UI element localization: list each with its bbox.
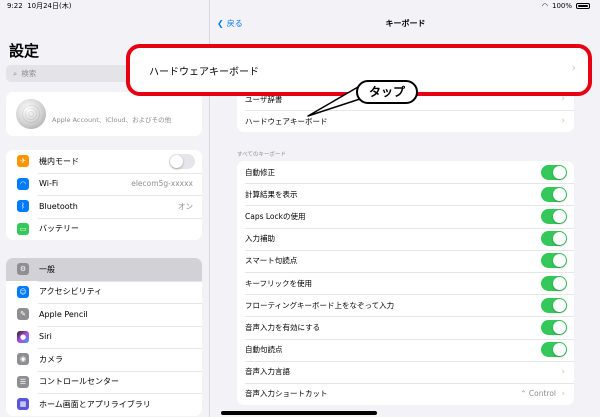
auto-correct-toggle[interactable] xyxy=(541,164,567,180)
bluetooth-icon: ᛒ xyxy=(17,200,29,213)
caps-lock-toggle[interactable] xyxy=(541,208,567,224)
home-indicator xyxy=(221,411,377,415)
search-placeholder: 検索 xyxy=(21,69,37,78)
page-title: キーボード xyxy=(385,19,426,28)
gear-icon: ⚙ xyxy=(17,263,29,276)
sidebar-item-general[interactable]: ⚙ 一般 xyxy=(6,258,202,281)
airplane-icon: ✈ xyxy=(17,155,29,168)
smart-punctuation-row: スマート句読点 xyxy=(237,249,574,272)
dictation-shortcut-value: ⌃ Control xyxy=(520,389,556,399)
chevron-right-icon: › xyxy=(571,61,576,74)
dictation-languages-row[interactable]: 音声入力言語 › xyxy=(237,360,574,383)
nav-bar: ❮ 戻る キーボード xyxy=(211,12,600,38)
sidebar-item-bluetooth[interactable]: ᛒ Bluetooth オン xyxy=(6,195,202,218)
smart-punctuation-toggle[interactable] xyxy=(541,253,567,269)
auto-punctuation-toggle[interactable] xyxy=(541,342,567,358)
wifi-icon: ◠ xyxy=(17,177,29,190)
sidebar-group-general: ⚙ 一般 ☺ アクセシビリティ ✎ Apple Pencil ● Siri ◉ … xyxy=(6,258,202,416)
sidebar-item-siri[interactable]: ● Siri xyxy=(6,325,202,349)
sidebar-item-apple-pencil[interactable]: ✎ Apple Pencil xyxy=(6,303,202,326)
dictation-shortcut-row[interactable]: 音声入力ショートカット ⌃ Control › xyxy=(237,382,574,405)
auto-correct-row: 自動修正 xyxy=(237,161,574,183)
pencil-icon: ✎ xyxy=(17,308,29,321)
sidebar-item-wifi[interactable]: ◠ Wi-Fi elecom5g-xxxxx xyxy=(6,172,202,196)
sidebar-item-home-screen[interactable]: ▦ ホーム画面とアプリライブラリ xyxy=(6,393,202,416)
chevron-right-icon: › xyxy=(561,388,565,399)
sidebar-item-accessibility[interactable]: ☺ アクセシビリティ xyxy=(6,280,202,304)
key-flick-row: キーフリックを使用 xyxy=(237,271,574,294)
battery-icon: ▭ xyxy=(17,222,29,235)
avatar xyxy=(16,99,46,129)
battery-percent: 100% xyxy=(551,2,572,10)
caps-lock-row: Caps Lockの使用 xyxy=(237,205,574,227)
chevron-right-icon: › xyxy=(561,366,565,377)
sidebar-item-airplane[interactable]: ✈ 機内モード xyxy=(6,150,202,173)
section-label: すべてのキーボード xyxy=(237,152,286,158)
sidebar-title: 設定 xyxy=(9,42,40,60)
highlighted-hardware-keyboard-row[interactable]: ハードウェアキーボード xyxy=(136,55,582,85)
slide-to-type-row: フローティングキーボード上をなぞって入力 xyxy=(237,294,574,316)
home-screen-icon: ▦ xyxy=(17,398,29,411)
account-row[interactable]: Apple Account、iCloud、およびその他 xyxy=(6,92,202,136)
show-calc-results-toggle[interactable] xyxy=(541,186,567,202)
key-flick-toggle[interactable] xyxy=(541,275,567,291)
account-text: Apple Account、iCloud、およびその他 xyxy=(52,116,172,124)
status-time: 9:22 10月24日(木) xyxy=(7,2,72,10)
search-icon: ⌕ xyxy=(13,69,18,78)
sidebar-item-camera[interactable]: ◉ カメラ xyxy=(6,348,202,371)
accessibility-icon: ☺ xyxy=(17,285,29,298)
airplane-toggle[interactable] xyxy=(169,153,195,169)
tap-callout: タップ xyxy=(356,80,418,104)
camera-icon: ◉ xyxy=(17,353,29,366)
auto-punctuation-row: 自動句読点 xyxy=(237,338,574,361)
siri-icon: ● xyxy=(17,330,29,343)
predictive-row: 入力補助 xyxy=(237,227,574,250)
chevron-right-icon: › xyxy=(561,116,565,127)
sidebar-item-battery[interactable]: ▭ バッテリー xyxy=(6,217,202,241)
predictive-toggle[interactable] xyxy=(541,231,567,247)
hardware-keyboard-row[interactable]: ハードウェアキーボード › xyxy=(237,110,574,132)
all-keyboards-group: 自動修正 計算結果を表示 Caps Lockの使用 入力補助 スマート句読点 キ… xyxy=(237,161,574,406)
battery-status-icon xyxy=(576,3,590,9)
show-calc-results-row: 計算結果を表示 xyxy=(237,183,574,205)
sidebar-group-connectivity: ✈ 機内モード ◠ Wi-Fi elecom5g-xxxxx ᛒ Bluetoo… xyxy=(6,150,202,240)
enable-dictation-toggle[interactable] xyxy=(541,319,567,335)
slide-to-type-toggle[interactable] xyxy=(541,297,567,313)
status-right: ◠ 100% xyxy=(542,0,590,12)
enable-dictation-row: 音声入力を有効にする xyxy=(237,316,574,338)
status-bar: 9:22 10月24日(木) ◠ 100% xyxy=(0,0,600,12)
control-center-icon: ☰ xyxy=(17,375,29,388)
wifi-status-icon: ◠ xyxy=(541,2,548,10)
sidebar-item-control-center[interactable]: ☰ コントロールセンター xyxy=(6,370,202,394)
